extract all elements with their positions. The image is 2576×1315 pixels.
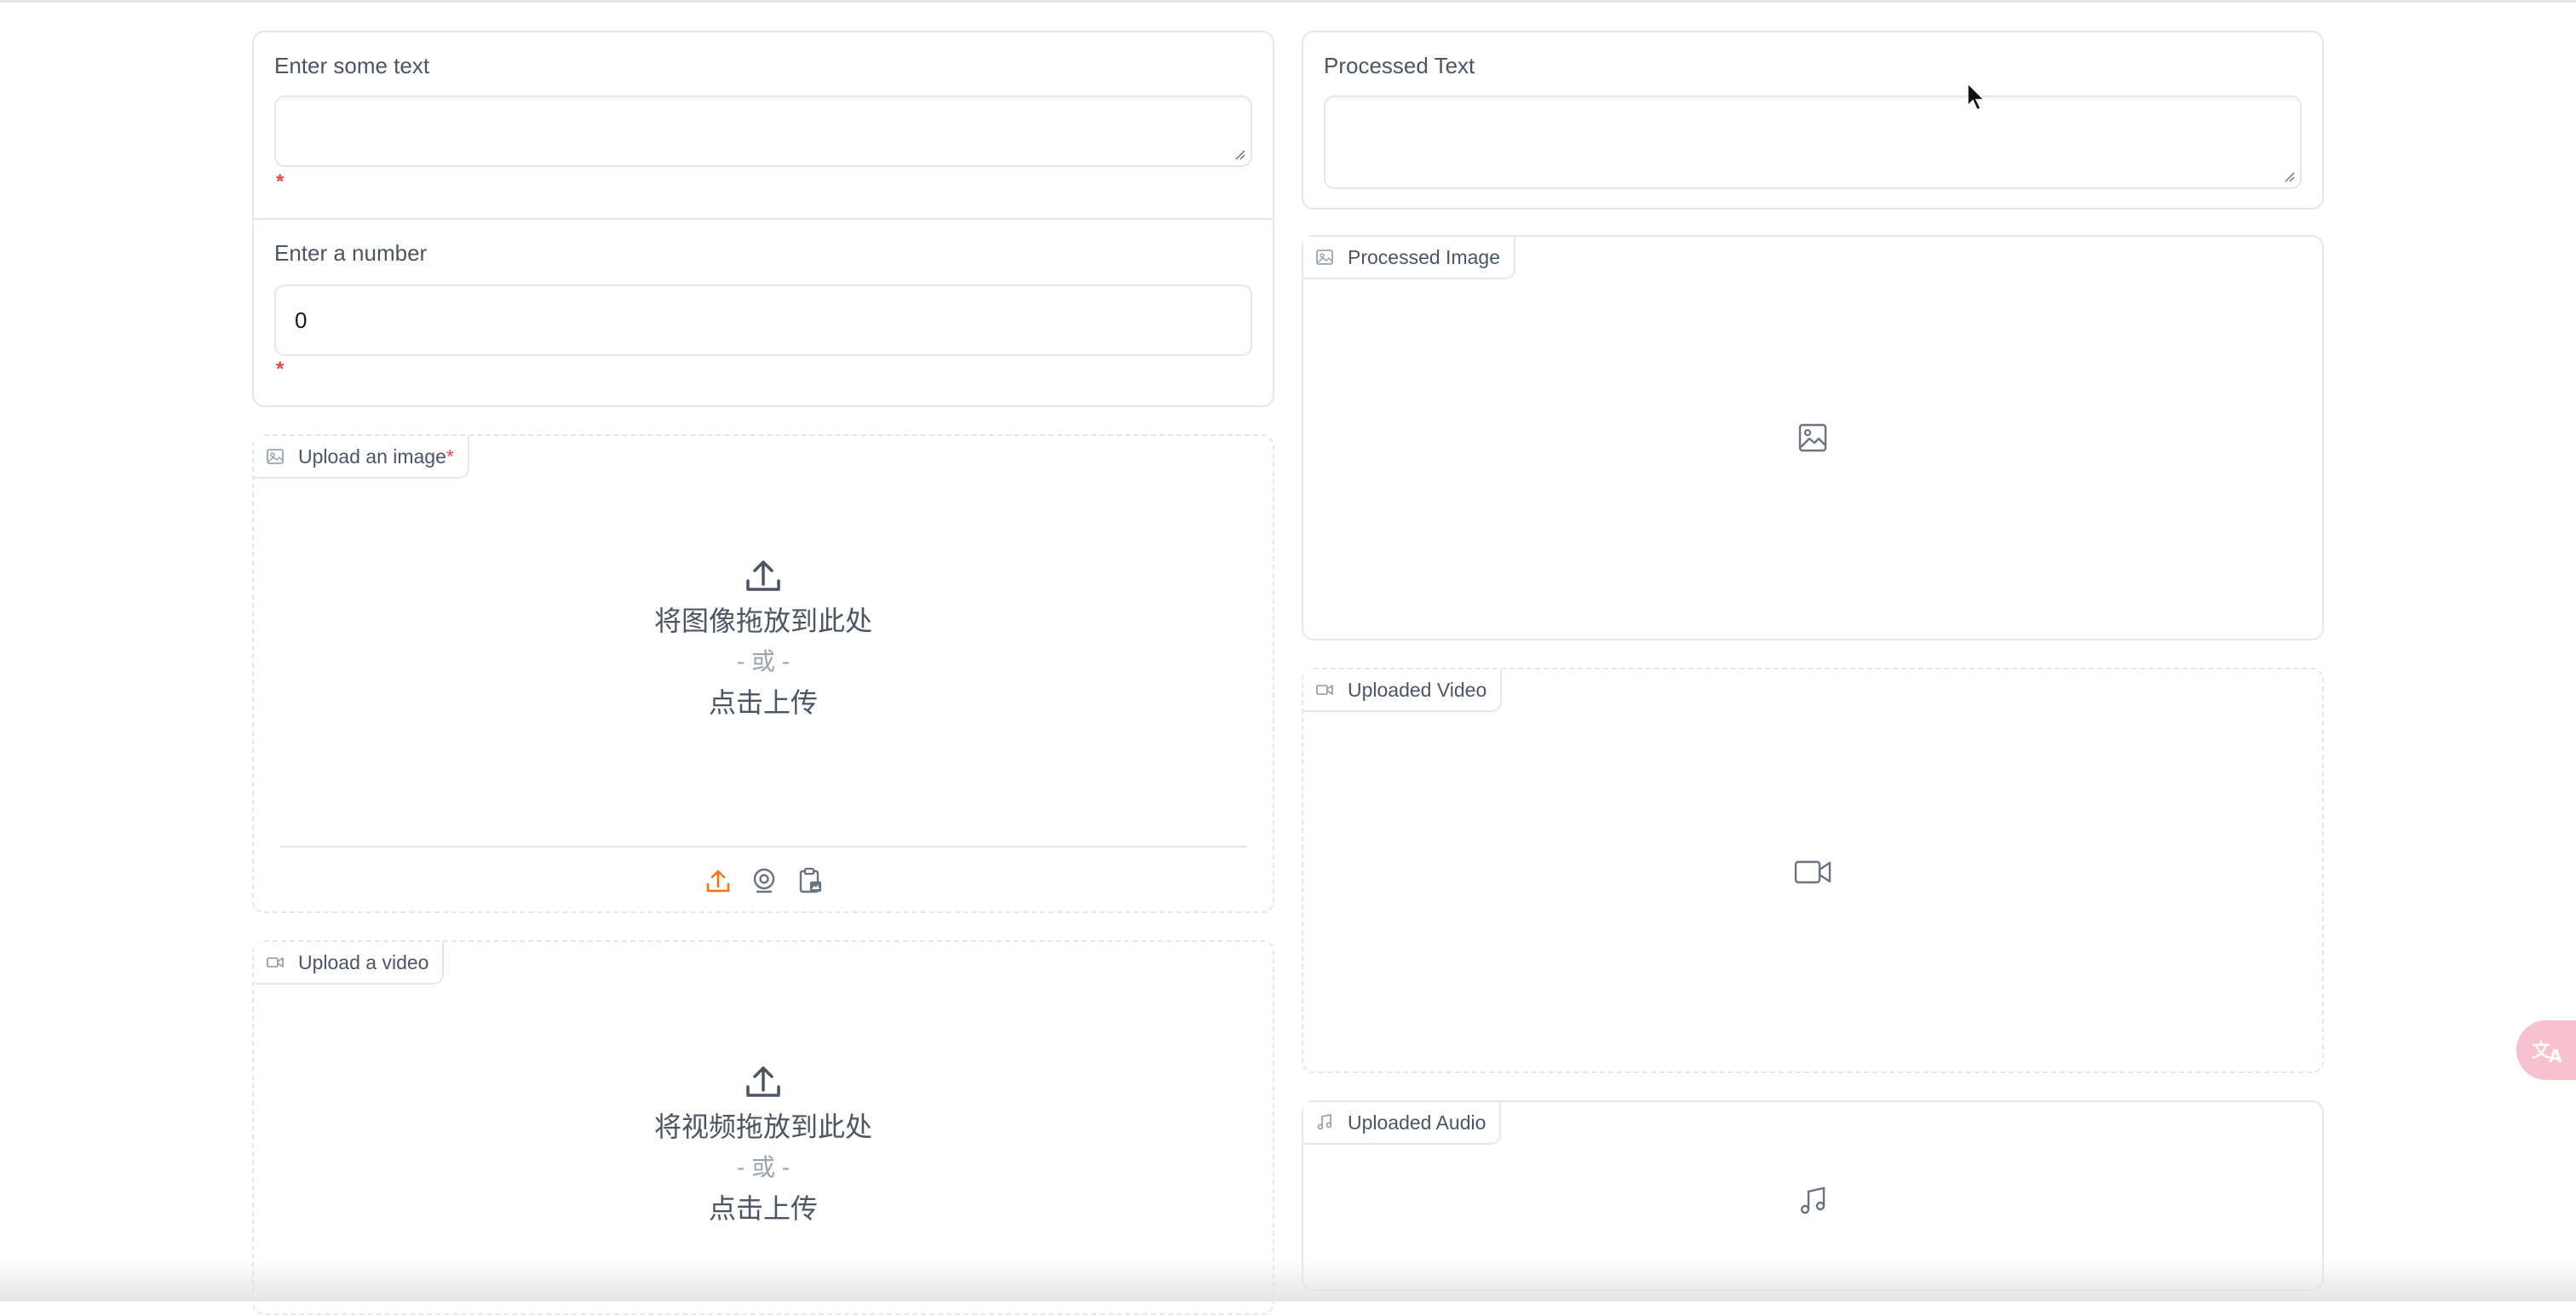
music-placeholder-icon xyxy=(1800,1186,1826,1215)
uploaded-audio-label: Uploaded Audio xyxy=(1348,1111,1486,1134)
svg-text:A: A xyxy=(2549,1046,2562,1065)
text-input[interactable] xyxy=(274,95,1252,167)
panel-divider xyxy=(254,218,1273,220)
processed-image-label: Processed Image xyxy=(1348,245,1500,268)
video-placeholder-icon xyxy=(1794,860,1831,884)
processed-text-panel: Processed Text xyxy=(1302,31,2324,210)
video-icon xyxy=(267,957,284,968)
video-upload-label-tag: Upload a video xyxy=(254,942,445,985)
uploaded-audio-label-tag: Uploaded Audio xyxy=(1303,1102,1502,1145)
processed-image-label-tag: Processed Image xyxy=(1303,237,1515,279)
music-icon xyxy=(1317,1113,1332,1130)
upload-icon xyxy=(746,1066,780,1097)
video-upload-label: Upload a video xyxy=(298,950,429,973)
text-input-label: Enter some text xyxy=(274,53,430,78)
image-upload-label-tag: Upload an image* xyxy=(254,436,469,479)
image-icon xyxy=(1316,250,1333,265)
clipboard-icon[interactable] xyxy=(796,866,825,895)
video-drop-text: 将视频拖放到此处 xyxy=(653,1111,872,1142)
bottom-shadow xyxy=(0,1259,2576,1301)
image-placeholder-icon xyxy=(1798,423,1827,452)
uploaded-video-panel: Uploaded Video xyxy=(1302,668,2324,1073)
resize-grip-icon[interactable] xyxy=(2283,170,2295,182)
text-required-mark: * xyxy=(276,170,285,193)
upload-icon xyxy=(746,560,780,591)
text-number-inputs-panel: Enter some text * Enter a number 0 * xyxy=(252,31,1274,407)
resize-grip-icon[interactable] xyxy=(1233,148,1245,160)
processed-text-output[interactable] xyxy=(1324,95,2302,189)
video-icon xyxy=(1316,685,1333,695)
translate-button[interactable]: 文A xyxy=(2516,1020,2576,1080)
image-upload-label: Upload an image xyxy=(298,445,446,468)
image-drop-zone[interactable]: 将图像拖放到此处 - 或 - 点击上传 xyxy=(254,555,1273,723)
video-or-text: - 或 - xyxy=(736,1154,791,1180)
image-icon xyxy=(267,449,284,464)
translate-icon: 文A xyxy=(2532,1040,2562,1065)
image-upload-panel[interactable]: Upload an image* 将图像拖放到此处 - 或 - 点击上传 xyxy=(252,434,1274,913)
processed-image-panel: Processed Image xyxy=(1302,235,2324,640)
upload-source-icon[interactable] xyxy=(704,866,733,895)
video-drop-zone[interactable]: 将视频拖放到此处 - 或 - 点击上传 xyxy=(254,1061,1273,1229)
number-required-mark: * xyxy=(276,358,285,381)
number-input[interactable]: 0 xyxy=(274,284,1252,356)
source-divider xyxy=(279,846,1247,847)
uploaded-video-label: Uploaded Video xyxy=(1348,678,1487,701)
top-border xyxy=(0,0,2576,3)
image-drop-text: 将图像拖放到此处 xyxy=(653,606,872,636)
video-click-text: 点击上传 xyxy=(708,1193,818,1224)
uploaded-video-label-tag: Uploaded Video xyxy=(1303,669,1503,712)
number-input-label: Enter a number xyxy=(274,240,428,266)
image-required-mark: * xyxy=(446,445,454,468)
image-click-text: 点击上传 xyxy=(708,687,818,718)
mouse-cursor-icon xyxy=(1967,82,1986,112)
webcam-icon[interactable] xyxy=(750,866,779,895)
processed-text-label: Processed Text xyxy=(1324,53,1475,78)
image-or-text: - 或 - xyxy=(736,648,791,675)
